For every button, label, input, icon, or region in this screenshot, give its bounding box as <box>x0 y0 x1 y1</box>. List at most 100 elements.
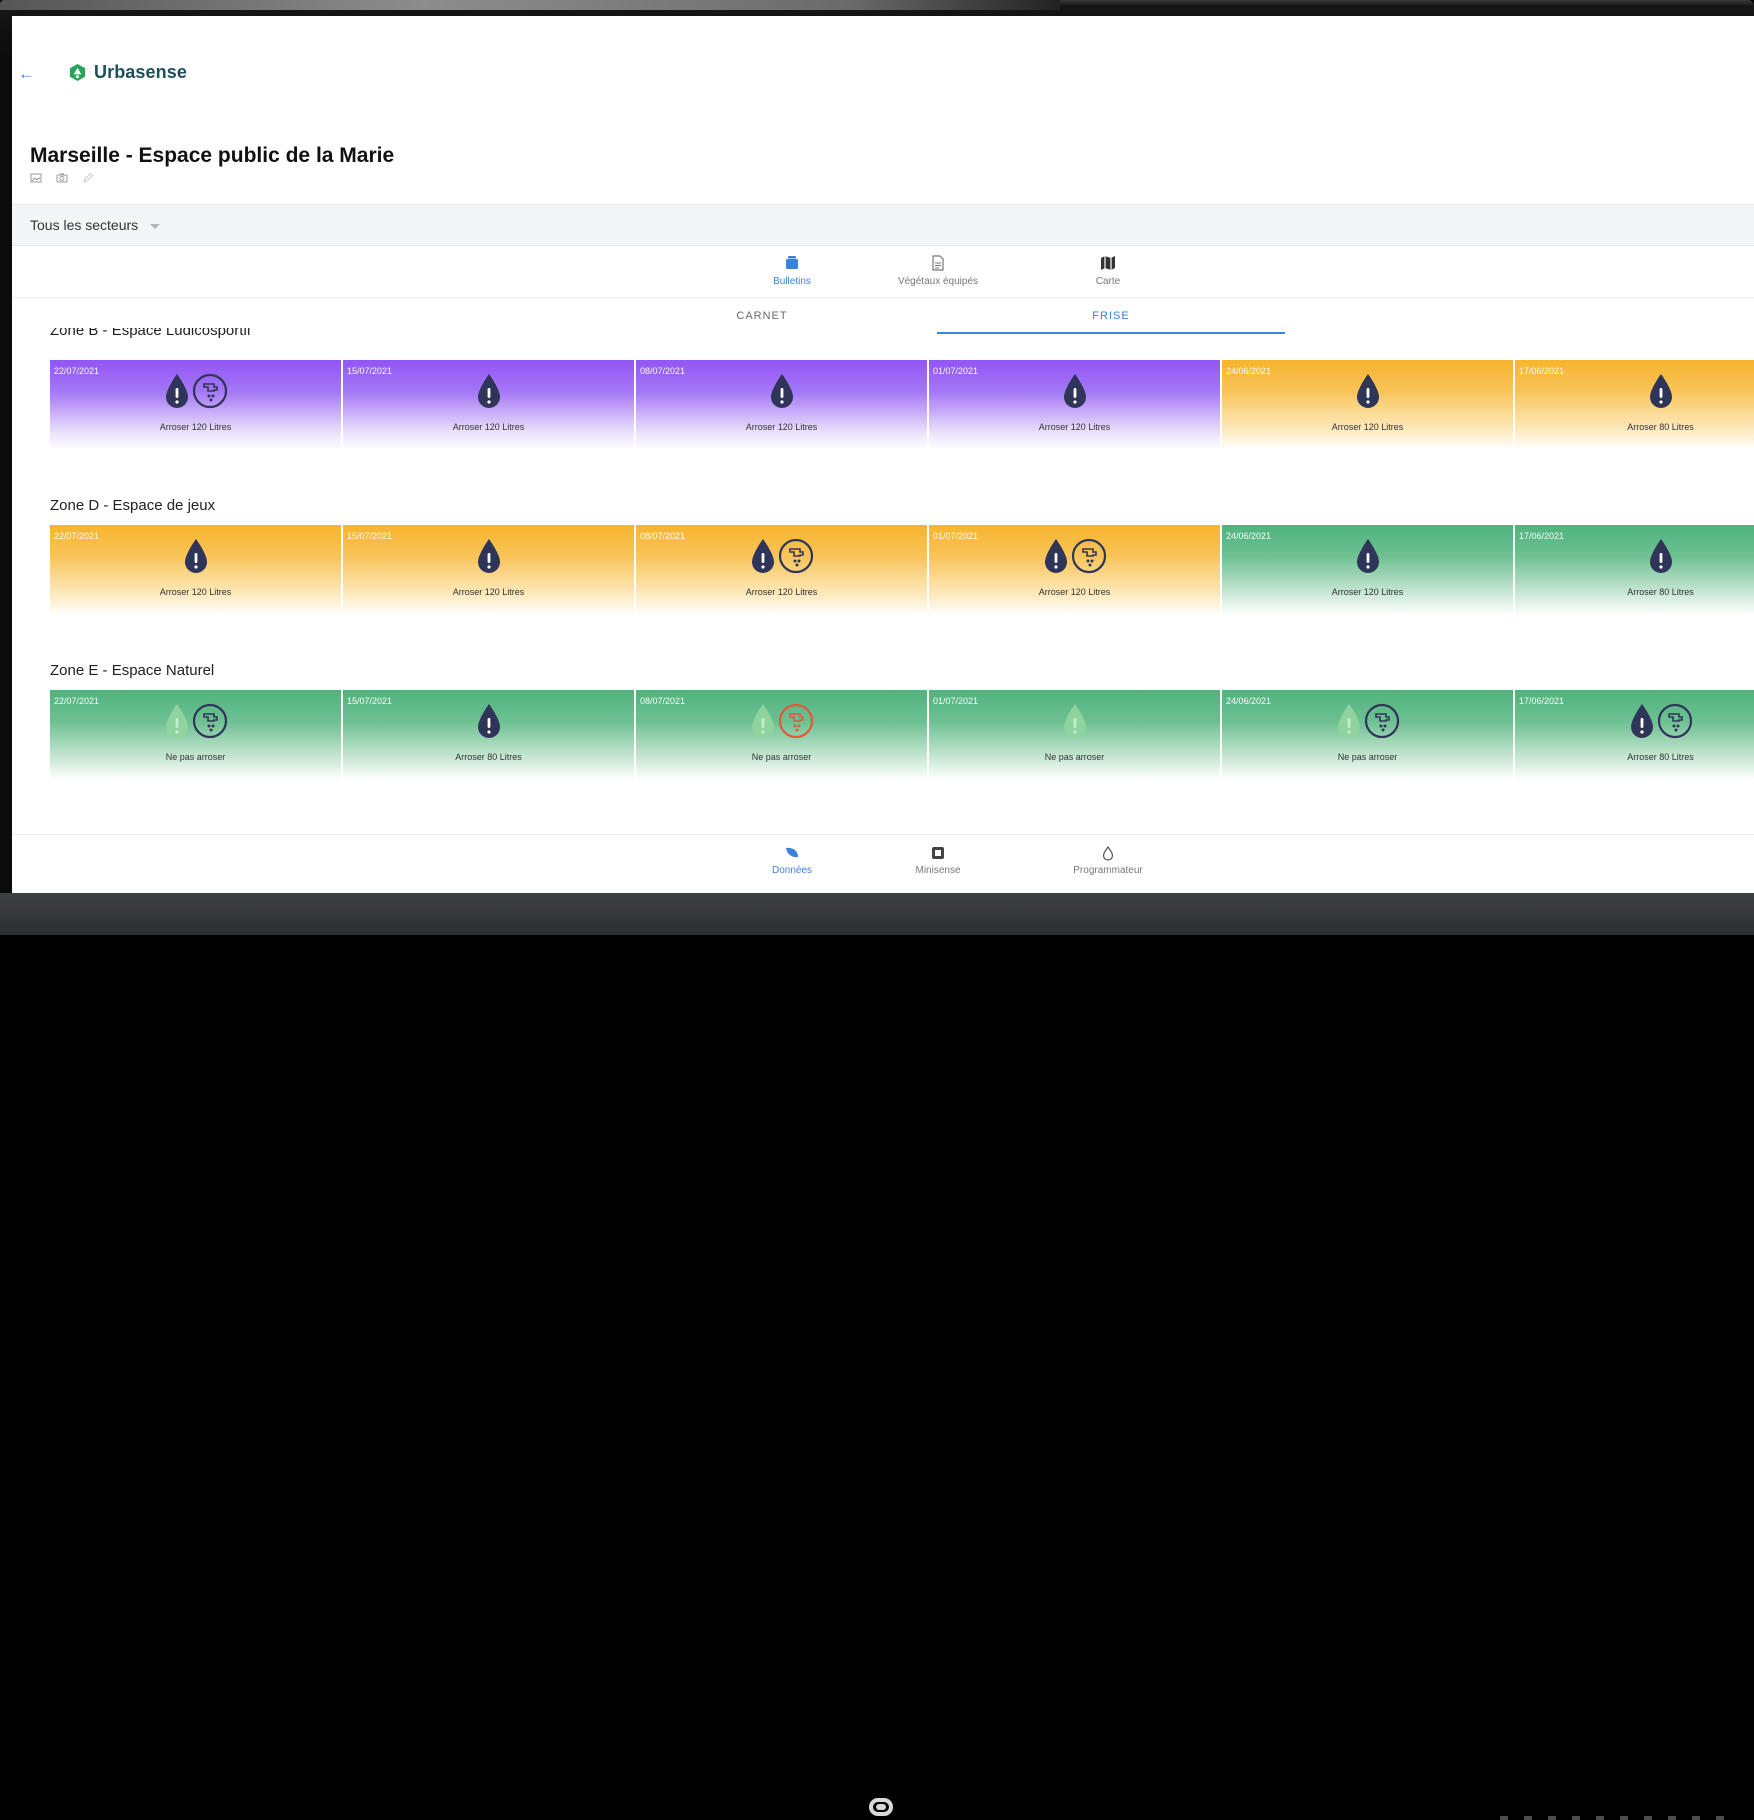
water-drop-icon <box>1356 374 1379 408</box>
bottom-nav-item-donnees[interactable]: Données <box>732 845 852 876</box>
cell-divider <box>1514 525 1515 535</box>
cell-recommendation: Arroser 80 Litres <box>1627 587 1694 597</box>
map-icon <box>1101 256 1115 270</box>
water-drop-icon <box>1649 539 1672 573</box>
timeline-cell[interactable]: 15/07/2021 Arroser 80 Litres <box>343 690 634 780</box>
timeline-cell[interactable]: 17/06/2021 Arroser 80 Litres <box>1515 525 1754 615</box>
tab-frise[interactable]: FRISE <box>937 310 1285 322</box>
back-arrow-icon[interactable]: ← <box>18 64 35 84</box>
water-drop-icon <box>184 539 207 573</box>
cell-divider <box>1221 360 1222 370</box>
brand-logo: Urbasense <box>68 62 187 83</box>
cell-divider <box>1514 360 1515 370</box>
cell-icons <box>1515 537 1754 577</box>
timeline-cell[interactable]: 24/06/2021 Ne pas arroser <box>1222 690 1513 780</box>
irrigation-tap-icon <box>192 703 227 739</box>
cell-icons <box>343 372 634 412</box>
cell-icons <box>929 537 1220 577</box>
zone-title: Zone D - Espace de jeux <box>50 497 216 514</box>
cell-icons <box>636 372 927 412</box>
zone-timeline-row: 22/07/2021 Arroser 120 Litres 15/07/2021 Ar… <box>50 525 1754 615</box>
tablet-bottom-bezel <box>0 893 1754 1820</box>
timeline-cell[interactable]: 01/07/2021 Arroser 120 Litres <box>929 360 1220 450</box>
timeline-cell[interactable]: 22/07/2021 Arroser 120 Litres <box>50 525 341 615</box>
cell-divider <box>635 690 636 700</box>
cell-icons <box>50 702 341 742</box>
cell-icons <box>1222 372 1513 412</box>
timeline-cell[interactable]: 15/07/2021 Arroser 120 Litres <box>343 525 634 615</box>
bottom-nav-label: Minisense <box>915 865 961 876</box>
cell-divider <box>342 690 343 700</box>
sub-tabs: CARNET FRISE <box>12 298 1754 338</box>
section-nav-item-bulletins[interactable]: Bulletins <box>732 254 852 287</box>
cell-divider <box>635 525 636 535</box>
sector-filter-label[interactable]: Tous les secteurs <box>30 217 138 233</box>
cell-icons <box>636 537 927 577</box>
cell-recommendation: Arroser 120 Litres <box>159 587 232 597</box>
zone-timeline-row: 22/07/2021 Ne pas arroser 15/07/2021 Arrose… <box>50 690 1754 780</box>
cell-recommendation: Arroser 120 Litres <box>159 422 232 432</box>
device-logo-icon <box>869 1798 893 1816</box>
section-nav-label: Carte <box>1095 276 1121 287</box>
leaf-icon <box>786 847 798 858</box>
cell-recommendation: Ne pas arroser <box>165 752 226 762</box>
timeline-cell[interactable]: 24/06/2021 Arroser 120 Litres <box>1222 360 1513 450</box>
cell-divider <box>928 360 929 370</box>
water-drop-icon <box>1063 704 1086 738</box>
irrigation-tap-icon <box>192 373 227 409</box>
water-drop-icon <box>477 539 500 573</box>
app-screen: ← Urbasense Marseille - Espace public de… <box>12 16 1754 894</box>
cell-divider <box>635 360 636 370</box>
cell-divider <box>928 690 929 700</box>
bottom-nav-item-minisense[interactable]: Minisense <box>878 845 998 876</box>
timeline-cell[interactable]: 15/07/2021 Arroser 120 Litres <box>343 360 634 450</box>
water-drop-icon <box>1063 374 1086 408</box>
cell-divider <box>1514 690 1515 700</box>
cell-divider <box>928 525 929 535</box>
cell-recommendation: Arroser 120 Litres <box>745 587 818 597</box>
timeline-cell[interactable]: 17/06/2021 Arroser 80 Litres <box>1515 360 1754 450</box>
cell-recommendation: Arroser 80 Litres <box>1627 752 1694 762</box>
cell-icons <box>50 372 341 412</box>
cell-icons <box>1515 702 1754 742</box>
water-drop-icon <box>751 539 774 573</box>
timeline-cell[interactable]: 08/07/2021 Arroser 120 Litres <box>636 360 927 450</box>
timeline-cell[interactable]: 22/07/2021 Ne pas arroser <box>50 690 341 780</box>
timeline-cell[interactable]: 08/07/2021 Arroser 120 Litres <box>636 525 927 615</box>
pencil-icon[interactable] <box>82 172 94 184</box>
irrigation-tap-icon <box>778 538 813 574</box>
timeline-cell[interactable]: 01/07/2021 Arroser 120 Litres <box>929 525 1220 615</box>
water-drop-icon <box>477 374 500 408</box>
timeline-cell[interactable]: 08/07/2021 Ne pas arroser <box>636 690 927 780</box>
cell-recommendation: Arroser 120 Litres <box>1331 422 1404 432</box>
bottom-nav-item-programmateur[interactable]: Programmateur <box>1048 845 1168 876</box>
page-title: Marseille - Espace public de la Marie <box>30 144 395 167</box>
cell-icons <box>343 702 634 742</box>
water-drop-icon <box>1649 374 1672 408</box>
irrigation-tap-icon <box>778 703 813 739</box>
device-indicator-dots <box>1500 1816 1730 1820</box>
water-drop-outline-icon <box>1102 845 1114 861</box>
cell-icons <box>343 537 634 577</box>
timeline-cell[interactable]: 17/06/2021 Arroser 80 Litres <box>1515 690 1754 780</box>
irrigation-tap-icon <box>1657 703 1692 739</box>
image-icon[interactable] <box>30 172 42 184</box>
tablet-frame: ← Urbasense Marseille - Espace public de… <box>0 0 1754 1820</box>
water-drop-icon <box>1630 704 1653 738</box>
section-nav-item-vegetaux[interactable]: Végétaux équipés <box>878 254 998 287</box>
brand-name: Urbasense <box>94 62 187 82</box>
timeline-cell[interactable]: 24/06/2021 Arroser 120 Litres <box>1222 525 1513 615</box>
cell-recommendation: Ne pas arroser <box>1044 752 1105 762</box>
irrigation-tap-icon <box>1364 703 1399 739</box>
water-drop-icon <box>770 374 793 408</box>
zone-timeline-row: 22/07/2021 Arroser 120 Litres 15/07/2021 Ar… <box>50 360 1754 450</box>
sector-filter[interactable]: Tous les secteurs <box>12 204 1754 246</box>
tab-carnet[interactable]: CARNET <box>588 310 936 322</box>
bottom-nav-label: Programmateur <box>1073 865 1143 876</box>
timeline-cell[interactable]: 01/07/2021 Ne pas arroser <box>929 690 1220 780</box>
caret-down-icon[interactable] <box>150 224 160 229</box>
camera-icon[interactable] <box>56 172 68 184</box>
section-nav-item-carte[interactable]: Carte <box>1048 254 1168 287</box>
timeline-cell[interactable]: 22/07/2021 Arroser 120 Litres <box>50 360 341 450</box>
urbasense-logo-icon <box>69 63 86 82</box>
